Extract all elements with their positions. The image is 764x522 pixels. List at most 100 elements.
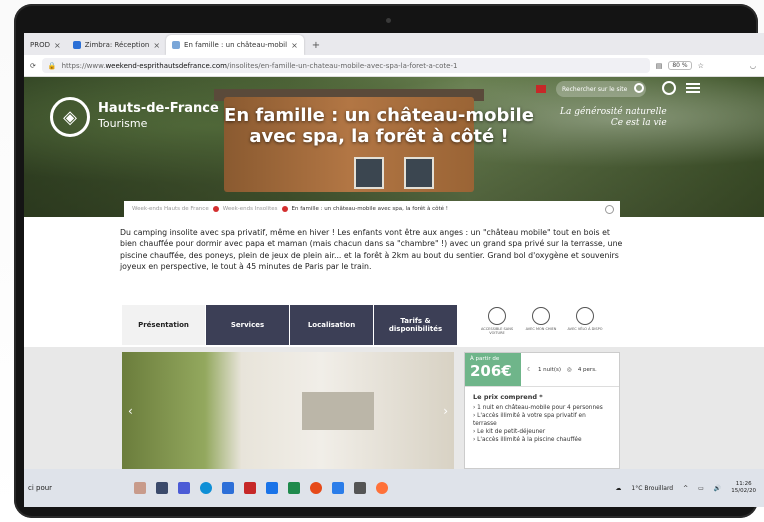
browser-tab-active[interactable]: En famille : un château-mobil × (166, 35, 304, 55)
webpage: ◈ Hauts-de-France Tourisme En famille : … (24, 77, 764, 469)
close-icon[interactable]: × (54, 41, 61, 50)
breadcrumb-link[interactable]: Week-ends Insolites (223, 206, 278, 212)
feature-car-free: ACCESSIBLE SANS VOITURE (478, 307, 516, 335)
clock-time: 11:26 (735, 481, 752, 487)
feature-label: AVEC VÉLO À DISPO (567, 327, 603, 331)
car-free-icon (488, 307, 506, 325)
site-logo-icon[interactable]: ◈ (50, 97, 90, 137)
url-domain: weekend-esprithautsdefrance.com (105, 61, 227, 70)
include-text: L'accès illimité à la piscine chauffée (477, 437, 582, 443)
taskbar: ci pour ☁ 1°C Brouillard ^ ▭ 🔊 11:26 15/… (24, 469, 764, 507)
powerpoint-icon[interactable] (244, 482, 256, 494)
hamburger-menu-icon[interactable] (686, 83, 700, 93)
language-flag-icon[interactable] (536, 85, 546, 93)
tagline-line: La générosité naturelle (560, 107, 667, 117)
tray-chevron-icon[interactable]: ^ (683, 485, 688, 492)
content-tabs: Présentation Services Localisation Tarif… (122, 305, 458, 345)
system-tray: ☁ 1°C Brouillard ^ ▭ 🔊 11:26 15/02/20 (615, 481, 764, 495)
close-icon[interactable]: × (291, 41, 298, 50)
clock[interactable]: 11:26 15/02/20 (731, 481, 756, 495)
hero-title: En famille : un château-mobile avec spa,… (224, 105, 534, 147)
tab-presentation[interactable]: Présentation (122, 305, 205, 345)
chrome-icon[interactable] (310, 482, 322, 494)
dog-icon (532, 307, 550, 325)
price-tag: À partir de 206€ (465, 353, 521, 386)
weather-icon[interactable]: ☁ (615, 485, 621, 492)
mail-icon[interactable] (332, 482, 344, 494)
tab-tarifs[interactable]: Tarifs & disponibilités (374, 305, 457, 345)
volume-icon[interactable]: 🔊 (714, 485, 721, 492)
price-amount: 206€ (470, 362, 512, 380)
cabin-window (354, 157, 384, 189)
reader-icon[interactable]: ▤ (656, 62, 663, 70)
tab-label: PROD (30, 41, 50, 49)
taskbar-search[interactable]: ci pour (24, 484, 104, 492)
cabinet-image (302, 392, 374, 430)
price-persons: 4 pers. (577, 366, 597, 373)
new-tab-button[interactable]: + (304, 35, 328, 55)
people-icon: ◎ (567, 366, 572, 373)
include-item: › Le kit de petit-déjeuner (473, 429, 546, 435)
logo-title: Hauts-de-France (98, 101, 219, 116)
laptop-frame: PROD × Zimbra: Réception × En famille : … (0, 0, 764, 522)
cabin-window (404, 157, 434, 189)
breadcrumb-separator-icon (281, 206, 288, 212)
user-account-icon[interactable] (662, 81, 676, 95)
taskbar-apps (134, 482, 388, 494)
close-icon[interactable]: × (153, 41, 160, 50)
url-path: /insolites/en-famille-un-chateau-mobile-… (226, 61, 458, 70)
price-includes: Le prix comprend * › 1 nuit en château-m… (465, 387, 619, 450)
include-text: L'accès illimité à votre spa privatif en… (473, 413, 586, 427)
feature-icons: ACCESSIBLE SANS VOITURE AVEC MON CHIEN A… (478, 307, 604, 335)
tagline: La générosité naturelle Ce est la vie (560, 107, 667, 129)
weather-text[interactable]: 1°C Brouillard (631, 485, 673, 492)
word-icon[interactable] (266, 482, 278, 494)
edge-icon[interactable] (200, 482, 212, 494)
moon-icon: ☾ (527, 366, 532, 373)
tab-label: En famille : un château-mobil (184, 41, 288, 49)
star-icon[interactable]: ☆ (698, 62, 704, 70)
gallery-photo[interactable]: ‹ › (122, 352, 454, 469)
price-nights: 1 nuit(s) (537, 366, 561, 373)
hippo-icon[interactable] (134, 482, 146, 494)
price-header: À partir de 206€ ☾ 1 nuit(s) ◎ 4 pers. (465, 353, 619, 387)
include-item: › L'accès illimité à votre spa privatif … (473, 413, 586, 427)
tab-services[interactable]: Services (206, 305, 289, 345)
include-item: › 1 nuit en château-mobile pour 4 person… (473, 405, 603, 411)
breadcrumb-separator-icon (212, 206, 219, 212)
breadcrumb-link[interactable]: Week-ends Hauts de France (132, 206, 209, 212)
address-bar-row: ⟳ 🔒 https://www.weekend-esprithautsdefra… (24, 55, 764, 77)
chevron-right-icon[interactable]: › (443, 404, 448, 418)
search-icon[interactable] (634, 83, 644, 93)
browser-tab-zimbra[interactable]: Zimbra: Réception × (67, 35, 166, 55)
feature-label: AVEC MON CHIEN (525, 327, 557, 331)
firefox-icon[interactable] (376, 482, 388, 494)
breadcrumb-current: En famille : un château-mobile avec spa,… (291, 206, 448, 212)
site-search-input[interactable]: Rechercher sur le site (556, 81, 646, 97)
tab-label: Zimbra: Réception (84, 41, 150, 49)
bike-icon (576, 307, 594, 325)
url-prefix: https://www. (61, 61, 106, 70)
excel-icon[interactable] (288, 482, 300, 494)
tab-localisation[interactable]: Localisation (290, 305, 373, 345)
chevron-left-icon[interactable]: ‹ (128, 404, 133, 418)
network-icon[interactable]: ▭ (698, 485, 704, 492)
zoom-indicator[interactable]: 80 % (668, 61, 692, 70)
teams-icon[interactable] (178, 482, 190, 494)
task-view-icon[interactable] (156, 482, 168, 494)
url-input[interactable]: 🔒 https://www.weekend-esprithautsdefranc… (41, 58, 650, 73)
feature-bike: AVEC VÉLO À DISPO (566, 307, 604, 335)
feature-dog: AVEC MON CHIEN (522, 307, 560, 335)
tagline-line: Ce est la vie (610, 118, 667, 128)
zimbra-icon (72, 41, 81, 49)
logo-subtitle: Tourisme (98, 117, 148, 130)
pocket-icon[interactable]: ◡ (750, 62, 756, 70)
site-logo-text[interactable]: Hauts-de-France Tourisme (98, 101, 219, 131)
browser-tab-prod[interactable]: PROD × (24, 35, 67, 55)
feature-label: ACCESSIBLE SANS VOITURE (480, 327, 514, 335)
screen: PROD × Zimbra: Réception × En famille : … (24, 33, 764, 507)
reload-icon[interactable]: ⟳ (30, 62, 36, 70)
app-icon[interactable] (354, 482, 366, 494)
outlook-icon[interactable] (222, 482, 234, 494)
share-icon[interactable] (605, 204, 614, 214)
